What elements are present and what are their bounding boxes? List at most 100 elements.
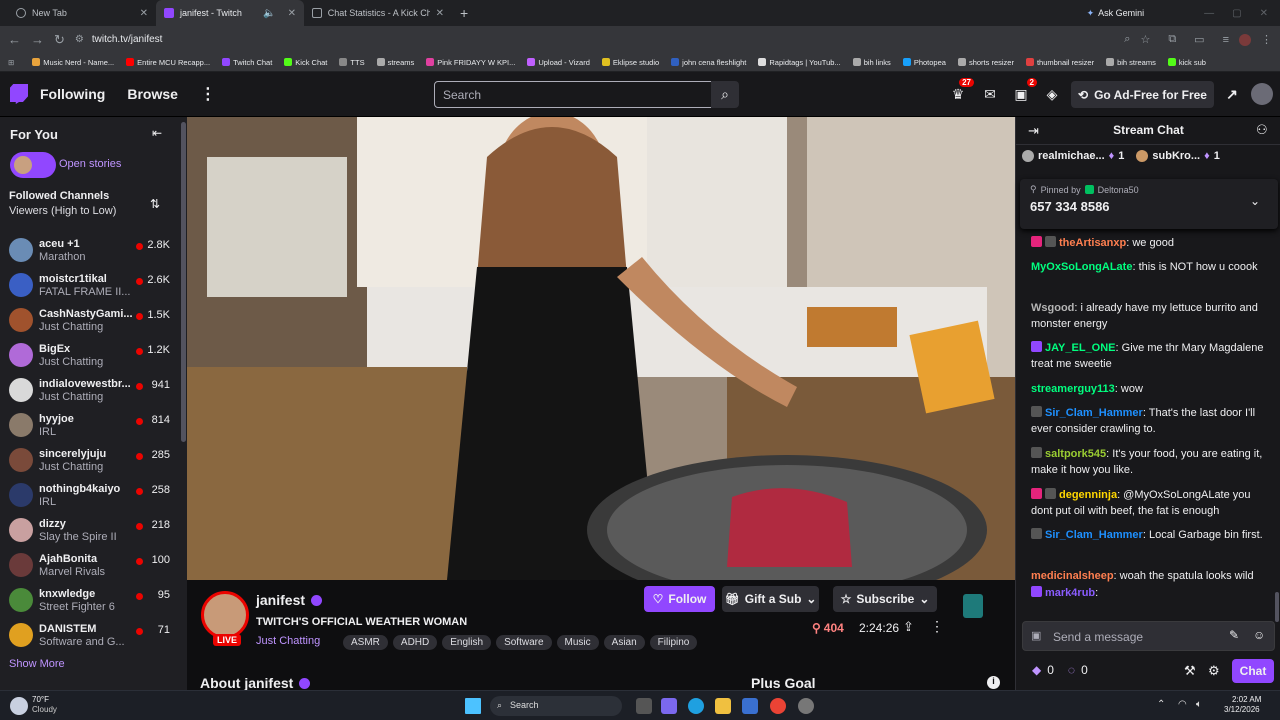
chat-username[interactable]: theArtisanxp: [1059, 237, 1126, 249]
chat-username[interactable]: MyOxSoLongALate: [1031, 261, 1132, 273]
bookmark-item[interactable]: streams: [371, 58, 421, 67]
sidebar-channel-item[interactable]: indialovewestbr... Just Chatting 941: [0, 375, 180, 410]
tag-pill[interactable]: English: [442, 635, 492, 650]
chrome-icon[interactable]: [770, 698, 786, 714]
follow-button[interactable]: ♡ Follow: [644, 586, 715, 612]
close-tab-icon[interactable]: ✕: [288, 8, 296, 19]
profile-avatar[interactable]: [1239, 33, 1251, 46]
close-tab-icon[interactable]: ✕: [436, 8, 444, 19]
nav-browse[interactable]: Browse: [127, 86, 178, 102]
chat-username[interactable]: saltpork545: [1045, 448, 1106, 460]
bookmark-item[interactable]: Photopea: [897, 58, 952, 67]
open-stories-link[interactable]: Open stories: [59, 158, 121, 170]
reload-icon[interactable]: ↻: [54, 32, 65, 48]
chat-username[interactable]: Wsgood: [1031, 302, 1074, 314]
collapse-sidebar-icon[interactable]: ⇤: [152, 126, 162, 140]
extension-logo-icon[interactable]: ↗: [1222, 84, 1242, 104]
tag-pill[interactable]: Asian: [603, 635, 645, 650]
apps-grid-icon[interactable]: ⊞: [8, 58, 14, 67]
sidebar-channel-item[interactable]: BigEx Just Chatting 1.2K: [0, 340, 180, 375]
browser-tab-new-tab[interactable]: New Tab ✕: [8, 0, 156, 26]
browser-menu-icon[interactable]: ⋮: [1261, 33, 1272, 46]
site-info-icon[interactable]: ⚙: [75, 34, 84, 45]
bookmark-item[interactable]: TTS: [333, 58, 370, 67]
go-ad-free-button[interactable]: ⟲ Go Ad-Free for Free: [1071, 81, 1214, 108]
sidebar-channel-item[interactable]: knxwledge Street Fighter 6 95: [0, 585, 180, 620]
channel-name[interactable]: janifest: [256, 592, 305, 608]
info-icon[interactable]: i: [987, 676, 1000, 689]
share-icon[interactable]: ⇪: [903, 619, 914, 635]
tab-search-icon[interactable]: ≡: [1223, 34, 1229, 46]
bookmark-item[interactable]: thumbnail resizer: [1020, 58, 1100, 67]
chat-username[interactable]: medicinalsheep: [1031, 570, 1114, 582]
sidebar-channel-item[interactable]: AjahBonita Marvel Rivals 100: [0, 550, 180, 585]
chat-username[interactable]: streamerguy113: [1031, 383, 1115, 395]
volume-icon[interactable]: 🔈︎: [1196, 699, 1202, 710]
media-icon[interactable]: ▭: [1194, 33, 1204, 46]
pinned-message[interactable]: ⚲ Pinned by Deltona50 657 334 8586 ⌄: [1020, 179, 1278, 229]
user-avatar[interactable]: [1251, 83, 1273, 105]
bookmark-item[interactable]: bih links: [847, 58, 897, 67]
extensions-icon[interactable]: ⧉: [1168, 33, 1176, 46]
url-field[interactable]: ⚙ twitch.tv/janifest: [75, 34, 1114, 45]
chat-username[interactable]: Sir_Clam_Hammer: [1045, 529, 1143, 541]
close-tab-icon[interactable]: ✕: [140, 8, 148, 19]
chat-settings-icon[interactable]: ⚙: [1208, 663, 1220, 679]
app-icon[interactable]: [798, 698, 814, 714]
chat-username[interactable]: Sir_Clam_Hammer: [1045, 407, 1143, 419]
chat-scrollbar[interactable]: [1275, 592, 1279, 622]
community-icon[interactable]: ⚇: [1256, 122, 1268, 138]
emote-icon[interactable]: ☺: [1253, 628, 1265, 642]
weather-icon[interactable]: [10, 697, 28, 715]
chat-badge-icon[interactable]: ▣: [1031, 629, 1041, 642]
browser-tab-twitch[interactable]: janifest - Twitch 🔈 ✕: [156, 0, 304, 26]
bookmark-item[interactable]: Eklipse studio: [596, 58, 665, 67]
chat-send-button[interactable]: Chat: [1232, 659, 1274, 683]
chat-username[interactable]: JAY_EL_ONE: [1045, 342, 1116, 354]
chat-username[interactable]: mark4rub: [1045, 587, 1095, 599]
sidebar-channel-item[interactable]: CashNastyGami... Just Chatting 1.5K: [0, 305, 180, 340]
channel-avatar[interactable]: [201, 591, 249, 639]
taskbar-search[interactable]: ⌕ Search: [490, 696, 622, 716]
sidebar-channel-item[interactable]: nothingb4kaiyo IRL 258: [0, 480, 180, 515]
hype-train-icon[interactable]: [963, 594, 983, 618]
channel-points[interactable]: ◆ 0 ◌ 0: [1032, 663, 1088, 677]
windows-start-icon[interactable]: [465, 698, 481, 714]
sidebar-channel-item[interactable]: dizzy Slay the Spire II 218: [0, 515, 180, 550]
sort-toggle-icon[interactable]: ⇅: [150, 197, 160, 211]
bookmark-item[interactable]: Entire MCU Recapp...: [120, 58, 216, 67]
browser-tab-chat-stats[interactable]: Chat Statistics - A Kick Chat An ✕: [304, 0, 452, 26]
chat-username[interactable]: degenninja: [1059, 489, 1117, 501]
bookmark-item[interactable]: Pink FRIDAYY W KPI...: [420, 58, 521, 67]
more-menu-icon[interactable]: ⋮: [200, 84, 216, 104]
bookmark-item[interactable]: bih streams: [1100, 58, 1162, 67]
nav-following[interactable]: Following: [40, 86, 105, 102]
close-window-icon[interactable]: ✕: [1260, 8, 1268, 19]
new-tab-icon[interactable]: +: [460, 5, 468, 21]
chevron-down-icon[interactable]: ⌄: [1250, 194, 1260, 208]
sidebar-channel-item[interactable]: hyyjoe IRL 814: [0, 410, 180, 445]
more-options-icon[interactable]: ⋮: [930, 618, 944, 635]
maximize-icon[interactable]: ▢: [1232, 8, 1241, 19]
video-player[interactable]: [187, 117, 1015, 580]
task-view-icon[interactable]: [636, 698, 652, 714]
sidebar-channel-item[interactable]: aceu +1 Marathon 2.8K: [0, 235, 180, 270]
bookmark-item[interactable]: kick sub: [1162, 58, 1212, 67]
sidebar-channel-item[interactable]: DANISTEM Software and G... 71: [0, 620, 180, 655]
bookmark-item[interactable]: Upload - Vizard: [521, 58, 596, 67]
gem-icon[interactable]: ◈: [1042, 84, 1062, 104]
subscribe-button[interactable]: ☆ Subscribe ⌄: [833, 586, 937, 612]
copilot-icon[interactable]: [661, 698, 677, 714]
bookmark-item[interactable]: Kick Chat: [278, 58, 333, 67]
zoom-icon[interactable]: ⌕: [1124, 33, 1130, 46]
tag-pill[interactable]: Software: [496, 635, 552, 650]
store-icon[interactable]: [742, 698, 758, 714]
edge-icon[interactable]: [688, 698, 704, 714]
sidebar-channel-item[interactable]: moistcr1tikal FATAL FRAME II... 2.6K: [0, 270, 180, 305]
bookmark-item[interactable]: shorts resizer: [952, 58, 1020, 67]
tray-chevron-icon[interactable]: ⌃: [1157, 699, 1165, 710]
bookmark-item[interactable]: Twitch Chat: [216, 58, 278, 67]
back-icon[interactable]: ←: [8, 32, 21, 47]
bookmark-item[interactable]: Rapidtags | YouTub...: [752, 58, 846, 67]
wifi-icon[interactable]: ◠: [1178, 699, 1187, 710]
